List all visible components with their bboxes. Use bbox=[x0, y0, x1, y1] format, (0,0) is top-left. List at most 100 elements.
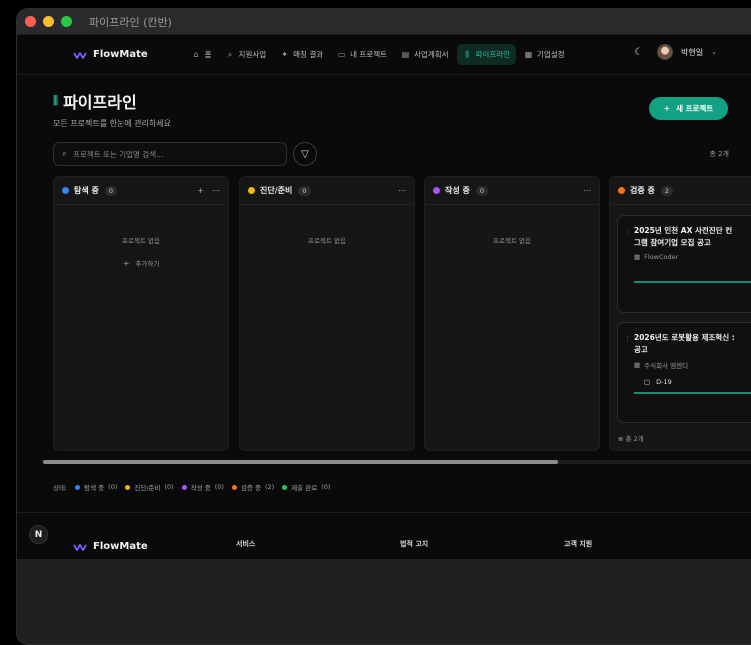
project-card[interactable]: ⋮ 2025년 인천 AX 사전진단 컨 그램 참여기업 모집 공고 ▦ Flo… bbox=[617, 215, 751, 313]
nav-item-label: 내 프로젝트 bbox=[350, 50, 388, 59]
kanban-board[interactable]: 탐색 중 0 + ⋯ 프로젝트 없음 + 추가하기 진단/준비 0 ⋯ 프로젝트… bbox=[53, 176, 751, 451]
drag-handle-icon[interactable]: ⋮ bbox=[624, 228, 631, 236]
n-badge[interactable]: N bbox=[29, 525, 48, 544]
footer-col-support: 고객 지원 bbox=[564, 540, 593, 548]
empty-message: 프로젝트 없음 bbox=[493, 237, 531, 245]
column-title: 작성 중 bbox=[445, 186, 470, 195]
nav-item-label: 매칭 결과 bbox=[293, 50, 324, 59]
top-nav: FlowMate ⌂ 홈 ⌕ 지원사업 ✦ 매칭 결과 ▭ 내 프로젝트 ▤ 사업계획서 ⫼ 파이프라… bbox=[17, 35, 751, 75]
wave-logo-icon bbox=[73, 543, 87, 551]
theme-toggle-moon-icon[interactable]: ☾ bbox=[634, 47, 643, 58]
page-title: 파이프라인 bbox=[63, 93, 137, 112]
search-icon: ⌕ bbox=[62, 149, 68, 159]
stack-icon: ≣ bbox=[618, 435, 624, 443]
column-count-badge: 0 bbox=[475, 185, 489, 196]
column-title: 진단/준비 bbox=[260, 186, 293, 195]
new-project-button[interactable]: + 새 프로젝트 bbox=[649, 97, 728, 120]
filter-button[interactable]: ▽ bbox=[293, 142, 317, 166]
d-day-label: D-19 bbox=[656, 378, 672, 386]
empty-message: 프로젝트 없음 bbox=[122, 237, 160, 245]
nav-item-3[interactable]: ▭ 내 프로젝트 bbox=[331, 44, 393, 65]
progress-bar bbox=[634, 392, 751, 394]
nav-item-5[interactable]: ⫼ 파이프라인 bbox=[456, 44, 517, 65]
zoom-window-button[interactable] bbox=[61, 16, 72, 27]
nav-item-4[interactable]: ▤ 사업계획서 bbox=[395, 44, 455, 65]
legend-dot bbox=[181, 484, 187, 490]
footer-col-services: 서비스 bbox=[236, 540, 256, 548]
nav-item-label: 홈 bbox=[204, 50, 212, 59]
add-label: 추가하기 bbox=[135, 260, 160, 268]
scrollbar-thumb[interactable] bbox=[43, 460, 558, 464]
app-window: 파이프라인 (칸반) FlowMate ⌂ 홈 ⌕ 지원사업 ✦ 매칭 결과 ▭ 내 프로젝트… bbox=[16, 8, 751, 645]
footer-col-legal: 법적 고지 bbox=[400, 540, 429, 548]
empty-message: 프로젝트 없음 bbox=[308, 237, 346, 245]
legend-item: 작성 중 (0) bbox=[181, 482, 224, 492]
search-input[interactable] bbox=[73, 149, 274, 159]
status-dot bbox=[618, 187, 625, 194]
window-blank-area bbox=[17, 559, 751, 644]
page-header: ⫼ 파이프라인 모든 프로젝트를 한눈에 관리하세요 bbox=[53, 89, 171, 129]
building-icon: ▦ bbox=[634, 361, 641, 369]
column-actions: ⋯ bbox=[583, 186, 591, 195]
brand-logo[interactable]: FlowMate bbox=[73, 49, 148, 60]
home-icon: ⌂ bbox=[193, 50, 199, 59]
column-preparing: 진단/준비 0 ⋯ 프로젝트 없음 bbox=[239, 176, 415, 451]
nav-item-label: 파이프라인 bbox=[475, 50, 511, 59]
filter-icon: ▽ bbox=[301, 148, 309, 160]
card-title: 2025년 인천 AX 사전진단 컨 그램 참여기업 모집 공고 bbox=[634, 226, 733, 247]
add-card-plus-icon[interactable]: + bbox=[197, 186, 204, 195]
column-title: 탐색 중 bbox=[74, 186, 99, 195]
close-window-button[interactable] bbox=[25, 16, 36, 27]
more-options-icon[interactable]: ⋯ bbox=[583, 186, 591, 195]
wave-logo-icon bbox=[73, 51, 87, 59]
legend-name: 탐색 중 bbox=[84, 484, 105, 492]
nav-item-0[interactable]: ⌂ 홈 bbox=[186, 44, 218, 65]
org-name: FlowCoder bbox=[644, 253, 679, 261]
nav-item-label: 기업설정 bbox=[537, 50, 565, 59]
horizontal-scrollbar[interactable] bbox=[43, 460, 751, 464]
site-footer: N FlowMate 서비스 법적 고지 고객 지원 bbox=[17, 512, 751, 559]
column-actions: + ⋯ bbox=[197, 186, 220, 195]
folder-icon: ▭ bbox=[337, 50, 346, 59]
sparkle-icon: ✦ bbox=[281, 50, 288, 59]
column-writing: 작성 중 0 ⋯ 프로젝트 없음 bbox=[424, 176, 600, 451]
column-footer-count: ≣ 총 2개 bbox=[618, 433, 644, 443]
more-options-icon[interactable]: ⋯ bbox=[398, 186, 406, 195]
footer-brand: FlowMate bbox=[93, 541, 148, 552]
page-subtitle: 모든 프로젝트를 한눈에 관리하세요 bbox=[53, 119, 172, 128]
legend-dot bbox=[75, 484, 81, 490]
nav-item-2[interactable]: ✦ 매칭 결과 bbox=[274, 44, 329, 65]
column-header: 작성 중 0 ⋯ bbox=[425, 177, 599, 205]
user-avatar[interactable] bbox=[657, 44, 674, 60]
column-title: 검증 중 bbox=[630, 186, 655, 195]
legend-dot bbox=[282, 484, 288, 490]
plus-icon: + bbox=[122, 259, 130, 268]
legend-name: 검증 중 bbox=[240, 484, 261, 492]
legend-name: 제출 완료 bbox=[291, 484, 318, 492]
column-count-badge: 0 bbox=[298, 185, 311, 196]
legend-dot bbox=[125, 484, 131, 490]
page-title-row: ⫼ 파이프라인 bbox=[53, 89, 171, 113]
column-total: 총 2개 bbox=[625, 435, 644, 443]
kanban-icon: ⫼ bbox=[465, 49, 469, 59]
pipeline-icon: ⫼ bbox=[53, 94, 58, 107]
nav-right: ☾ 박현일 ⌄ bbox=[634, 44, 717, 60]
legend-item: 진단/준비 (0) bbox=[125, 482, 174, 492]
legend-count: (0) bbox=[164, 483, 174, 491]
chevron-down-icon[interactable]: ⌄ bbox=[711, 48, 717, 56]
user-name[interactable]: 박현일 bbox=[681, 47, 703, 58]
project-card[interactable]: ⋮ 2026년도 로봇활용 제조혁신 : 공고 ▦ 주식회사 엠젠디 ▢ D-1… bbox=[617, 322, 751, 423]
footer-logo[interactable]: FlowMate bbox=[73, 541, 148, 552]
minimize-window-button[interactable] bbox=[43, 16, 54, 27]
card-deadline: ▢ D-19 bbox=[630, 378, 751, 386]
legend-count: (2) bbox=[264, 483, 275, 491]
column-header: 탐색 중 0 + ⋯ bbox=[54, 177, 228, 205]
drag-handle-icon[interactable]: ⋮ bbox=[624, 335, 631, 343]
card-title: 2026년도 로봇활용 제조혁신 : 공고 bbox=[634, 333, 735, 354]
nav-item-6[interactable]: ▦ 기업설정 bbox=[518, 44, 571, 65]
more-options-icon[interactable]: ⋯ bbox=[212, 186, 220, 195]
card-org: ▦ 주식회사 엠젠디 bbox=[630, 360, 751, 370]
brand-name: FlowMate bbox=[93, 49, 148, 60]
nav-item-1[interactable]: ⌕ 지원사업 bbox=[220, 44, 273, 65]
add-project-link[interactable]: + 추가하기 bbox=[54, 258, 228, 268]
